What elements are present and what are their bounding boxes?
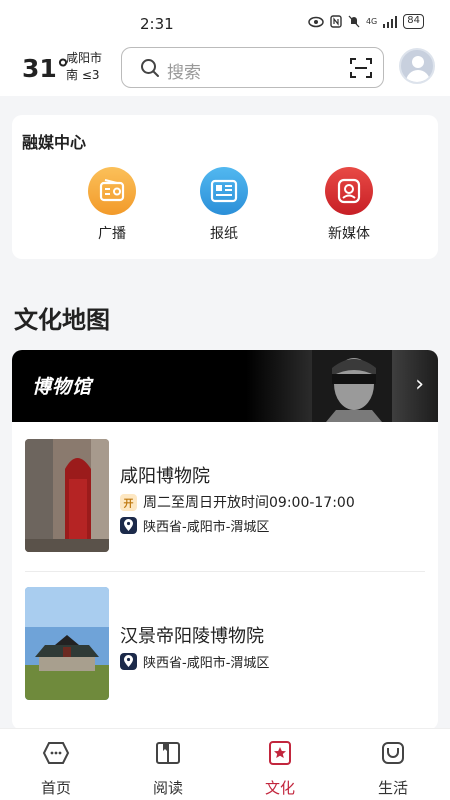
- new-media-icon: [325, 167, 373, 215]
- museum-thumbnail: [25, 439, 109, 552]
- temperature: 31°: [22, 54, 70, 83]
- museum-thumbnail: [25, 587, 109, 700]
- newspaper-icon: [200, 167, 248, 215]
- media-item-new-media[interactable]: 新媒体: [309, 167, 389, 243]
- statue-image: [312, 350, 392, 422]
- network-type: 4G: [365, 17, 378, 26]
- status-icons: 4G 84: [308, 14, 424, 29]
- open-tag: 开: [120, 493, 137, 511]
- tab-culture[interactable]: 文化: [250, 739, 310, 798]
- museum-banner-title: 博物馆: [32, 376, 93, 398]
- avatar-body-shape: [406, 70, 430, 82]
- culture-map-title: 文化地图: [14, 306, 110, 334]
- media-center-title: 融媒中心: [22, 133, 87, 152]
- museum-list-item[interactable]: 咸阳博物院 开 周二至周日开放时间09:00-17:00 陕西省-咸阳市-渭城区: [12, 422, 438, 570]
- museum-location: 陕西省-咸阳市-渭城区: [143, 520, 270, 535]
- search-icon: [141, 59, 159, 77]
- scan-icon[interactable]: [349, 56, 373, 80]
- wind-info: 南 ≤3: [66, 68, 100, 82]
- mute-icon: [348, 15, 360, 28]
- tab-life[interactable]: 生活: [363, 739, 423, 798]
- avatar-head-shape: [412, 56, 424, 68]
- location-row: 陕西省-咸阳市-渭城区: [120, 652, 269, 671]
- status-time: 2:31: [140, 15, 174, 33]
- museum-banner[interactable]: 博物馆 ›: [12, 350, 438, 422]
- home-icon: [42, 742, 70, 764]
- opening-hours-row: 开 周二至周日开放时间09:00-17:00: [120, 492, 355, 512]
- tab-label: 生活: [377, 779, 408, 797]
- tab-reading[interactable]: 阅读: [138, 739, 198, 798]
- book-icon: [156, 742, 180, 764]
- media-item-radio[interactable]: 广播: [72, 167, 152, 243]
- culture-icon: [269, 741, 291, 765]
- life-icon: [382, 742, 404, 764]
- museum-location: 陕西省-咸阳市-渭城区: [143, 656, 270, 671]
- radio-icon: [88, 167, 136, 215]
- nfc-icon: [330, 15, 342, 28]
- museum-name: 咸阳博物院: [120, 466, 210, 487]
- location-row: 陕西省-咸阳市-渭城区: [120, 516, 269, 535]
- media-item-label: 报纸: [210, 226, 238, 242]
- search-placeholder: 搜索: [167, 63, 201, 83]
- culture-map-card: 博物馆 › 咸阳博物院 开 周二至周日开放时间09:00-17:00 陕西省-咸…: [12, 350, 438, 730]
- eye-icon: [308, 16, 324, 27]
- chevron-right-icon[interactable]: ›: [415, 372, 424, 397]
- museum-list-item[interactable]: 汉景帝阳陵博物院 陕西省-咸阳市-渭城区: [12, 572, 438, 730]
- search-bar[interactable]: 搜索: [121, 47, 384, 88]
- location-pin-icon: [120, 517, 137, 534]
- signal-icon: [383, 15, 398, 28]
- top-header: 31° 咸阳市 南 ≤3 搜索: [0, 38, 450, 96]
- battery-indicator: 84: [403, 14, 424, 29]
- media-center-card: 融媒中心 广播 报纸 新媒体: [12, 115, 438, 259]
- media-item-label: 广播: [98, 226, 126, 242]
- bottom-tab-bar: 首页 阅读 文化 生活: [0, 728, 450, 800]
- avatar[interactable]: [399, 48, 435, 84]
- museum-name: 汉景帝阳陵博物院: [120, 626, 264, 647]
- tab-label: 首页: [40, 779, 71, 797]
- status-bar: 2:31 4G 84: [0, 0, 450, 38]
- city-name: 咸阳市: [66, 51, 103, 65]
- opening-hours: 周二至周日开放时间09:00-17:00: [143, 495, 355, 511]
- weather-info: 咸阳市 南 ≤3: [66, 50, 102, 84]
- location-pin-icon: [120, 653, 137, 670]
- tab-home[interactable]: 首页: [26, 739, 86, 798]
- media-item-newspaper[interactable]: 报纸: [184, 167, 264, 243]
- tab-label: 文化: [264, 779, 295, 797]
- media-item-label: 新媒体: [328, 226, 370, 242]
- tab-label: 阅读: [152, 779, 183, 797]
